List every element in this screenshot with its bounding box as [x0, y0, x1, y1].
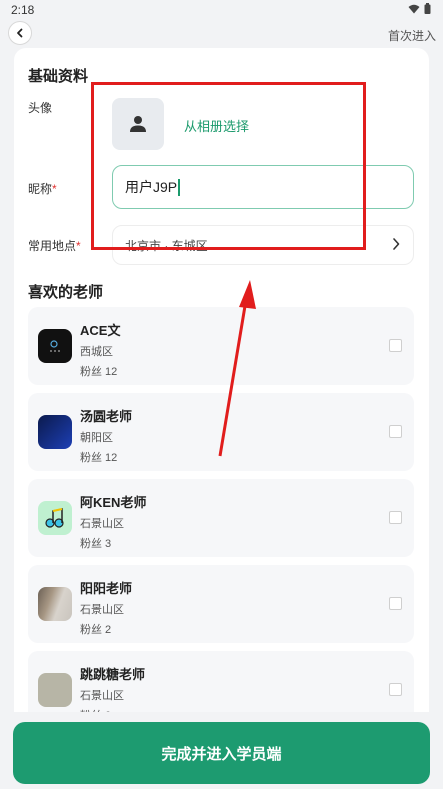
back-button[interactable] — [8, 21, 32, 45]
submit-button[interactable]: 完成并进入学员端 — [13, 722, 430, 784]
chevron-left-icon — [17, 28, 23, 38]
first-entry-label: 首次进入 — [387, 29, 436, 43]
teacher-area: 朝阳区 — [80, 432, 113, 444]
teacher-item[interactable]: 阳阳老师 石景山区 粉丝 2 — [28, 565, 414, 643]
status-icons — [408, 3, 431, 14]
location-label-text: 常用地点 — [28, 239, 77, 253]
required-mark: * — [76, 239, 81, 253]
favorite-teachers-title: 喜欢的老师 — [28, 284, 104, 301]
teacher-name: 汤圆老师 — [80, 409, 133, 424]
bottom-bar: 完成并进入学员端 — [0, 712, 443, 789]
battery-icon — [424, 3, 431, 14]
teacher-checkbox[interactable] — [389, 511, 402, 524]
teacher-checkbox[interactable] — [389, 683, 402, 696]
teacher-checkbox[interactable] — [389, 339, 402, 352]
avatar-label: 头像 — [28, 101, 53, 115]
status-bar: 2:18 — [0, 0, 443, 20]
teacher-item[interactable]: ACE文 西城区 粉丝 12 — [28, 307, 414, 385]
teacher-area: 石景山区 — [80, 690, 124, 702]
teacher-fans: 粉丝 3 — [80, 538, 112, 550]
teacher-checkbox[interactable] — [389, 425, 402, 438]
teacher-avatar — [38, 329, 72, 363]
teacher-name: ACE文 — [80, 323, 121, 338]
teacher-item[interactable]: 汤圆老师 朝阳区 粉丝 12 — [28, 393, 414, 471]
teacher-avatar — [38, 415, 72, 449]
teacher-checkbox[interactable] — [389, 597, 402, 610]
music-note-icon — [45, 508, 64, 528]
teacher-fans: 粉丝 2 — [80, 624, 112, 636]
wifi-icon — [408, 4, 420, 13]
annotation-highlight-box — [91, 82, 366, 250]
nickname-label-text: 昵称 — [28, 182, 53, 196]
nickname-label: 昵称* — [28, 180, 57, 197]
status-time: 2:18 — [11, 3, 35, 17]
teacher-name: 跳跳糖老师 — [80, 667, 146, 682]
teacher-area: 石景山区 — [80, 604, 124, 616]
teacher-fans: 粉丝 12 — [80, 452, 118, 464]
chevron-right-icon — [393, 238, 400, 250]
required-mark: * — [52, 182, 57, 196]
teacher-name: 阿KEN老师 — [80, 495, 147, 510]
teacher-avatar — [38, 587, 72, 621]
teacher-name: 阳阳老师 — [80, 581, 133, 596]
teacher-fans: 粉丝 12 — [80, 366, 118, 378]
teacher-area: 石景山区 — [80, 518, 124, 530]
teacher-avatar — [38, 501, 72, 535]
location-label: 常用地点* — [28, 237, 81, 254]
teacher-avatar — [38, 673, 72, 707]
teacher-item[interactable]: 阿KEN老师 石景山区 粉丝 3 — [28, 479, 414, 557]
basic-info-title: 基础资料 — [28, 68, 89, 85]
teacher-area: 西城区 — [80, 346, 113, 358]
